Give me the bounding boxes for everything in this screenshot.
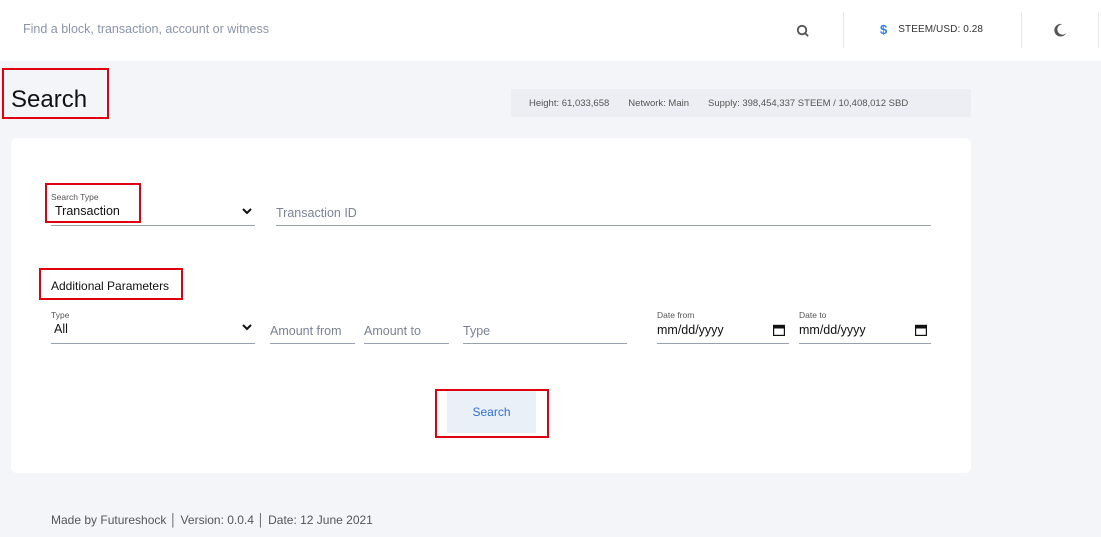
divider (843, 12, 844, 48)
highlight-box (2, 68, 109, 119)
transaction-id-input[interactable]: Transaction ID (276, 198, 931, 226)
type-select[interactable]: Type All (51, 308, 255, 344)
price-ticker: $ STEEM/USD: 0.28 (880, 22, 983, 37)
stat-supply: Supply: 398,454,337 STEEM / 10,408,012 S… (708, 97, 909, 109)
divider (1021, 12, 1022, 48)
moon-icon[interactable] (1052, 22, 1068, 38)
search-icon[interactable] (796, 24, 809, 37)
highlight-box (45, 183, 141, 223)
network-stats: Height: 61,033,658 Network: Main Supply:… (511, 89, 971, 117)
stat-height: Height: 61,033,658 (529, 97, 610, 109)
dollar-icon: $ (880, 22, 888, 37)
highlight-box (435, 389, 549, 438)
type-label: Type (51, 310, 70, 320)
transaction-id-placeholder: Transaction ID (276, 206, 357, 220)
global-search-input[interactable]: Find a block, transaction, account or wi… (23, 22, 269, 36)
amount-to-placeholder: Amount to (364, 324, 421, 338)
stat-network: Network: Main (628, 97, 690, 109)
footer-text: Made by Futureshock │ Version: 0.0.4 │ D… (51, 513, 373, 527)
chevron-down-icon (242, 324, 252, 331)
calendar-icon[interactable] (915, 324, 927, 336)
amount-to-input[interactable]: Amount to (364, 316, 449, 344)
top-bar: Find a block, transaction, account or wi… (0, 0, 1101, 61)
date-from-label: Date from (657, 310, 695, 320)
divider (1098, 12, 1099, 48)
date-to-value: mm/dd/yyyy (799, 323, 866, 337)
type-value: All (54, 322, 68, 336)
calendar-icon[interactable] (773, 324, 785, 336)
amount-from-placeholder: Amount from (270, 324, 342, 338)
date-from-input[interactable]: Date from mm/dd/yyyy (657, 308, 789, 344)
type-input[interactable]: Type (463, 316, 627, 344)
chevron-down-icon (242, 208, 252, 215)
amount-from-input[interactable]: Amount from (270, 316, 355, 344)
price-label: STEEM/USD: 0.28 (898, 24, 984, 35)
date-to-input[interactable]: Date to mm/dd/yyyy (799, 308, 931, 344)
type-placeholder: Type (463, 324, 491, 338)
highlight-box (39, 268, 183, 300)
date-to-label: Date to (799, 310, 827, 320)
date-from-value: mm/dd/yyyy (657, 323, 724, 337)
